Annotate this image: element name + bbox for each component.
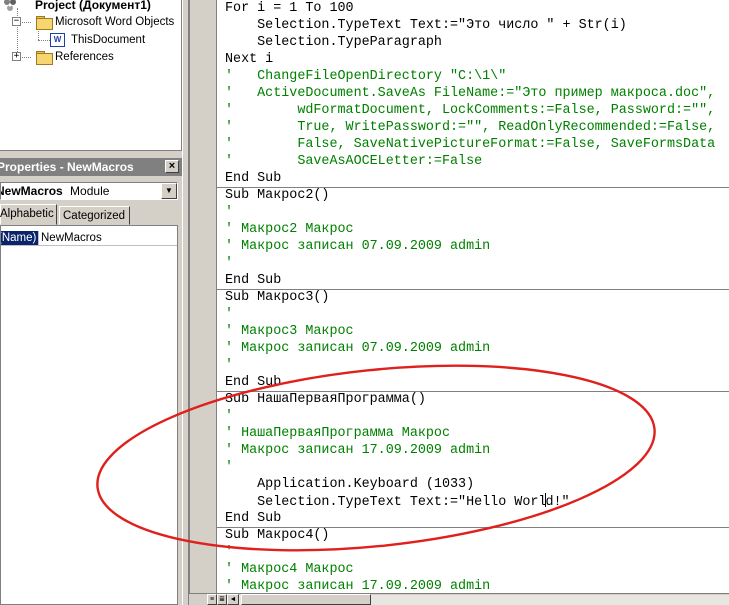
code-line[interactable]: Sub НашаПерваяПрограмма() [225, 391, 729, 408]
code-comment-line[interactable]: ' Макрос записан 07.09.2009 admin [225, 340, 729, 357]
code-comment-line[interactable]: ' ChangeFileOpenDirectory "C:\1\" [225, 68, 729, 85]
code-line[interactable]: Application.Keyboard (1033) [225, 476, 729, 493]
code-comment-line[interactable]: ' [225, 204, 729, 221]
tab-alphabetic[interactable]: Alphabetic [0, 204, 57, 225]
horizontal-scroll-thumb[interactable] [241, 594, 371, 605]
properties-title-bar[interactable]: Properties - NewMacros × [0, 158, 182, 176]
tree-item-project[interactable]: Project (Документ1) [2, 0, 151, 13]
code-line[interactable]: Sub Макрос2() [225, 187, 729, 204]
code-line[interactable]: Selection.TypeText Text:="Hello World!" [225, 493, 729, 510]
code-line[interactable]: End Sub [225, 374, 729, 391]
left-panel: Project (Документ1) − Microsoft Word Obj… [0, 0, 182, 605]
procedure-separator [217, 187, 729, 188]
code-line[interactable]: For i = 1 To 100 [225, 0, 729, 17]
object-type: Module [70, 184, 110, 198]
procedure-separator [217, 527, 729, 528]
tree-label-project: Project (Документ1) [35, 0, 151, 12]
code-line[interactable]: End Sub [225, 272, 729, 289]
tab-categorized[interactable]: Categorized [59, 206, 130, 225]
code-line[interactable]: End Sub [225, 510, 729, 527]
properties-title: Properties - NewMacros [0, 160, 134, 174]
code-comment-line[interactable]: ' Макрос записан 07.09.2009 admin [225, 238, 729, 255]
code-comment-line[interactable]: ' Макрос2 Макрос [225, 221, 729, 238]
code-comment-line[interactable]: ' [225, 408, 729, 425]
code-comment-line[interactable]: ' Макрос записан 17.09.2009 admin [225, 578, 729, 593]
code-line[interactable]: Selection.TypeParagraph [225, 34, 729, 51]
tree-item-word-objects[interactable]: − Microsoft Word Objects [12, 14, 174, 30]
code-line[interactable]: Next i [225, 51, 729, 68]
tree-item-thisdocument[interactable]: W ThisDocument [50, 32, 145, 48]
tree-label-references: References [55, 51, 114, 63]
pane-splitter[interactable] [182, 0, 189, 605]
code-comment-line[interactable]: ' False, SaveNativePictureFormat:=False,… [225, 136, 729, 153]
code-line[interactable]: End Sub [225, 170, 729, 187]
code-window-bottom-bar: ≡ ≣ ◄ [189, 593, 729, 605]
folder-icon [36, 51, 53, 65]
code-comment-line[interactable]: ' НашаПерваяПрограмма Макрос [225, 425, 729, 442]
code-line[interactable]: Sub Макрос3() [225, 289, 729, 306]
properties-window: Properties - NewMacros × NewMacros Modul… [0, 158, 182, 605]
tree-item-references[interactable]: + References [12, 49, 114, 65]
code-comment-line[interactable]: ' [225, 357, 729, 374]
code-comment-line[interactable]: ' Макрос3 Макрос [225, 323, 729, 340]
collapse-icon[interactable]: − [12, 17, 21, 26]
tree-label-thisdocument: ThisDocument [71, 34, 146, 46]
margin-indicator-bar[interactable] [190, 0, 217, 593]
tab-categorized-label: Categorized [63, 210, 126, 222]
property-name-label: (Name) [1, 232, 37, 244]
tab-alphabetic-label: Alphabetic [0, 208, 54, 220]
project-explorer: Project (Документ1) − Microsoft Word Obj… [0, 0, 182, 151]
procedure-view-icon[interactable]: ≡ [207, 594, 217, 605]
property-value-cell[interactable]: NewMacros [41, 231, 102, 245]
code-comment-line[interactable]: ' SaveAsAOCELetter:=False [225, 153, 729, 170]
code-editor[interactable]: For i = 1 To 100 Selection.TypeText Text… [225, 0, 729, 593]
chevron-down-icon[interactable]: ▼ [161, 183, 177, 199]
close-icon[interactable]: × [165, 160, 179, 173]
property-row-name[interactable]: (Name) NewMacros [1, 231, 177, 246]
code-window[interactable]: For i = 1 To 100 Selection.TypeText Text… [189, 0, 729, 593]
object-name: NewMacros [0, 184, 63, 198]
full-module-view-icon[interactable]: ≣ [217, 594, 227, 605]
code-comment-line[interactable]: ' True, WritePassword:="", ReadOnlyRecom… [225, 119, 729, 136]
folder-open-icon [36, 16, 53, 30]
code-line[interactable]: Selection.TypeText Text:="Это число " + … [225, 17, 729, 34]
property-divider [38, 231, 39, 245]
object-selector[interactable]: NewMacros Module ▼ [0, 182, 178, 200]
code-comment-line[interactable]: ' Макрос4 Макрос [225, 561, 729, 578]
code-comment-line[interactable]: ' ActiveDocument.SaveAs FileName:="Это п… [225, 85, 729, 102]
scroll-left-icon[interactable]: ◄ [227, 594, 239, 605]
code-comment-line[interactable]: ' wdFormatDocument, LockComments:=False,… [225, 102, 729, 119]
code-comment-line[interactable]: ' [225, 255, 729, 272]
vba-project-icon [2, 0, 18, 12]
code-line[interactable]: Sub Макрос4() [225, 527, 729, 544]
text-caret [545, 493, 547, 507]
procedure-separator [217, 391, 729, 392]
properties-grid: (Name) NewMacros [0, 225, 178, 605]
tree-label-word-objects: Microsoft Word Objects [55, 16, 175, 28]
expand-icon[interactable]: + [12, 52, 21, 61]
code-comment-line[interactable]: ' Макрос записан 17.09.2009 admin [225, 442, 729, 459]
word-document-icon: W [50, 33, 65, 47]
procedure-separator [217, 289, 729, 290]
code-comment-line[interactable]: ' [225, 306, 729, 323]
code-comment-line[interactable]: ' [225, 459, 729, 476]
code-comment-line[interactable]: ' [225, 544, 729, 561]
property-name-cell[interactable]: (Name) [1, 231, 38, 245]
